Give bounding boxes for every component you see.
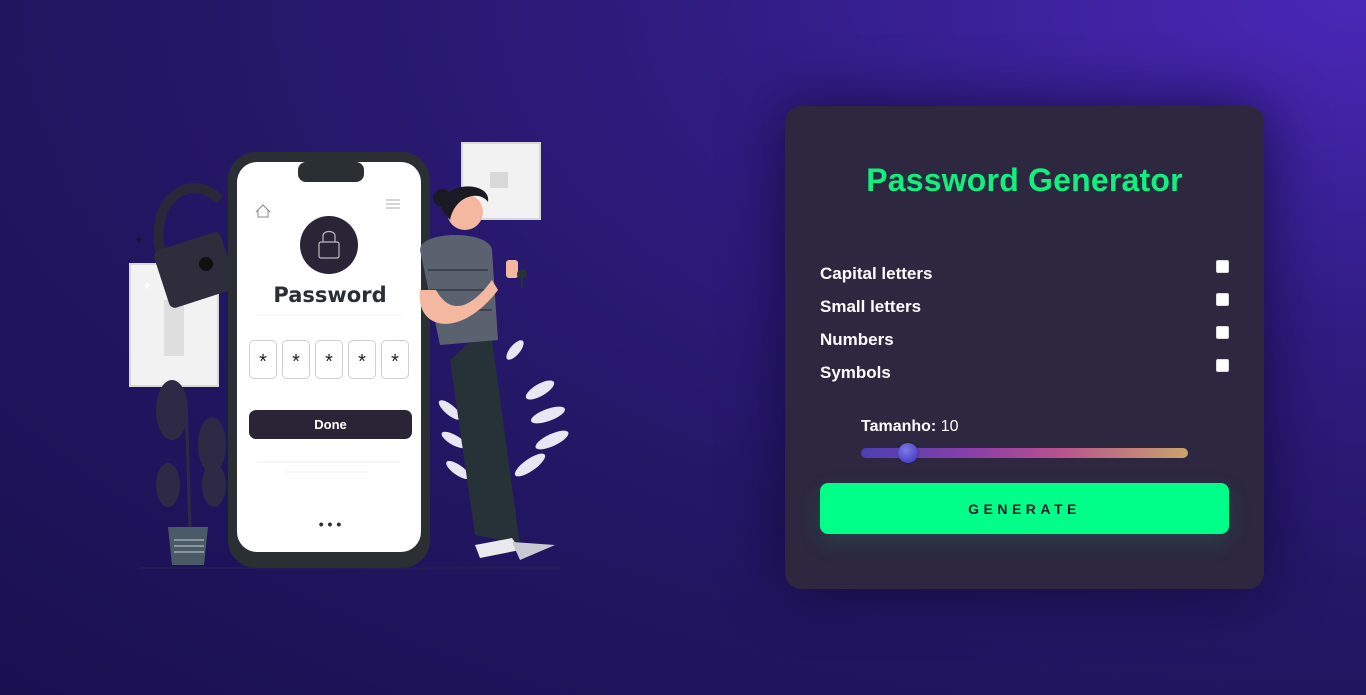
length-value: 10 <box>940 418 959 435</box>
pin-box: * <box>249 340 277 379</box>
pin-char: * <box>292 351 300 373</box>
capital-letters-checkbox[interactable] <box>1216 260 1229 273</box>
option-label: Numbers <box>820 330 894 349</box>
length-label: Tamanho: <box>861 418 937 435</box>
done-button: Done <box>249 410 412 439</box>
symbols-checkbox[interactable] <box>1216 359 1229 372</box>
padlock-icon <box>153 183 236 308</box>
person-illustration <box>419 186 555 560</box>
pin-char: * <box>259 351 267 373</box>
option-small: Small letters <box>820 293 1230 317</box>
numbers-checkbox[interactable] <box>1216 326 1229 339</box>
frame-left-inner <box>164 300 184 356</box>
lock-icon <box>300 216 358 274</box>
option-label: Capital letters <box>820 264 933 283</box>
plant-icon <box>156 380 226 565</box>
generate-button[interactable]: GENERATE <box>820 483 1229 534</box>
pin-box: * <box>282 340 310 379</box>
sparkle-icon: ✦ <box>134 233 144 247</box>
pin-box: * <box>348 340 376 379</box>
pagination-dots: • • • <box>318 516 342 532</box>
length-slider[interactable] <box>861 443 1188 463</box>
length-row: Tamanho: 10 <box>861 418 959 436</box>
small-letters-checkbox[interactable] <box>1216 293 1229 306</box>
phone-title: Password <box>273 283 387 307</box>
pin-char: * <box>325 351 333 373</box>
sparkle-icon-2: ✦ <box>142 279 152 293</box>
frame-top-right-inner <box>490 172 508 188</box>
option-capital: Capital letters <box>820 260 1230 284</box>
password-illustration: ✦ ✦ Password * * * * * Done • • • <box>120 140 580 580</box>
card-title: Password Generator <box>866 162 1183 198</box>
option-symbols: Symbols <box>820 359 1230 383</box>
option-numbers: Numbers <box>820 326 1230 350</box>
pin-box: * <box>381 340 409 379</box>
slider-thumb[interactable] <box>898 443 918 463</box>
pin-char: * <box>391 351 399 373</box>
option-label: Small letters <box>820 297 922 316</box>
generator-card: Password Generator Capital letters Small… <box>785 106 1264 589</box>
option-label: Symbols <box>820 363 891 382</box>
pin-char: * <box>358 351 366 373</box>
pin-boxes: * * * * * <box>249 340 411 380</box>
pin-box: * <box>315 340 343 379</box>
